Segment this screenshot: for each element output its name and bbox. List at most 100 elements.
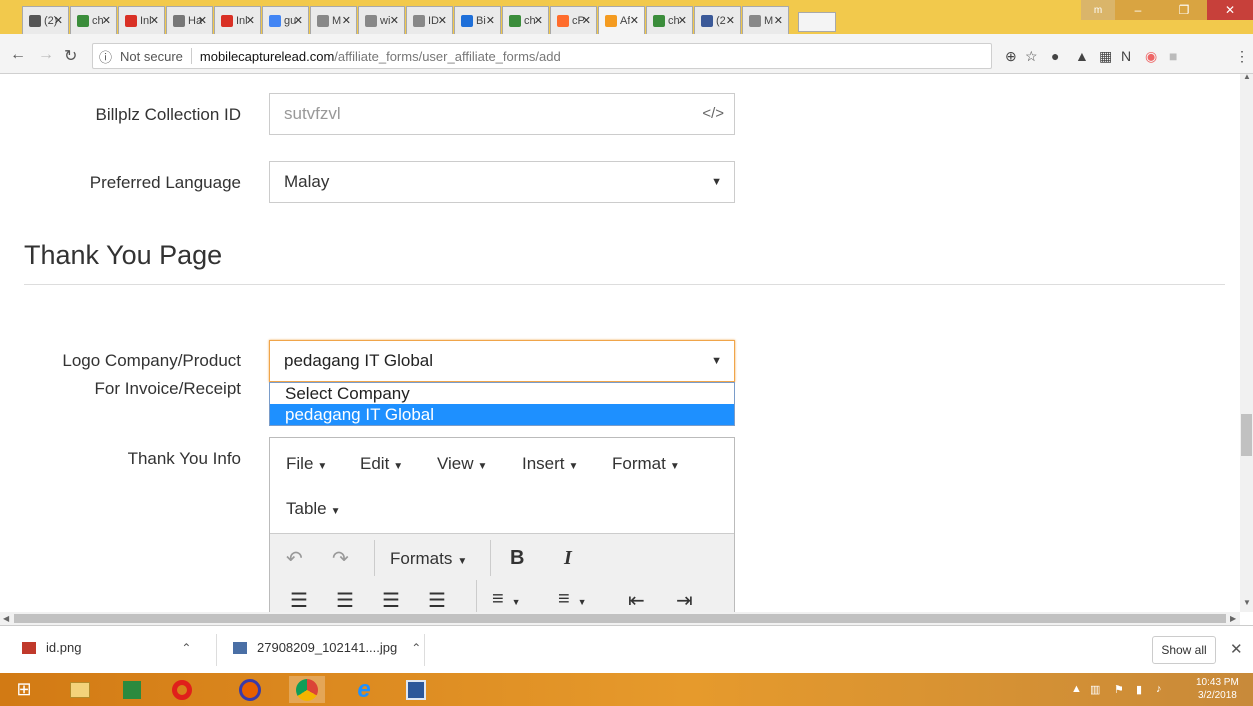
tab-close-icon[interactable]: ✕: [534, 14, 543, 27]
align-right-icon[interactable]: ☰: [382, 588, 400, 612]
justify-icon[interactable]: ☰: [428, 588, 446, 612]
extension-icon[interactable]: N: [1121, 48, 1131, 64]
store-icon[interactable]: [114, 676, 150, 703]
menu-file[interactable]: File ▼: [286, 454, 327, 474]
volume-icon[interactable]: ♪: [1156, 683, 1162, 695]
forward-icon[interactable]: →: [38, 46, 54, 64]
bookmark-star-icon[interactable]: ☆: [1025, 48, 1038, 65]
redo-icon[interactable]: ↷: [332, 546, 349, 571]
bullet-list-icon[interactable]: ≡ ▼: [492, 588, 521, 611]
tray-expand-icon[interactable]: ▲: [1071, 683, 1082, 695]
browser-tab[interactable]: wi ✕: [358, 6, 405, 34]
billplz-collection-id-field[interactable]: sutvfzvl </>: [269, 93, 735, 135]
menu-edit[interactable]: Edit ▼: [360, 454, 403, 474]
word-icon[interactable]: [398, 676, 434, 703]
menu-format[interactable]: Format ▼: [612, 454, 680, 474]
menu-icon[interactable]: ⋮: [1235, 48, 1249, 65]
internet-explorer-icon[interactable]: e: [346, 676, 382, 703]
browser-tab[interactable]: Inl ✕: [214, 6, 261, 34]
info-icon[interactable]: ⓘ: [99, 47, 112, 66]
formats-button[interactable]: Formats ▼: [390, 549, 467, 569]
opera-icon[interactable]: [164, 676, 200, 703]
extension-icon[interactable]: ▦: [1099, 48, 1112, 65]
tab-close-icon[interactable]: ✕: [150, 14, 159, 27]
flag-icon[interactable]: ⚑: [1114, 683, 1124, 696]
browser-tab[interactable]: ch ✕: [70, 6, 117, 34]
extension-icon[interactable]: ●: [1051, 48, 1059, 64]
extension-icon[interactable]: ◉: [1145, 48, 1157, 65]
file-explorer-icon[interactable]: [62, 676, 98, 703]
restore-button[interactable]: ❐: [1161, 0, 1207, 20]
dropdown-option[interactable]: Select Company: [270, 383, 734, 404]
align-left-icon[interactable]: ☰: [290, 588, 308, 612]
browser-tab[interactable]: ch ✕: [646, 6, 693, 34]
browser-tab[interactable]: Ha ✕: [166, 6, 213, 34]
network-icon[interactable]: ▥: [1090, 683, 1100, 696]
tab-close-icon[interactable]: ✕: [342, 14, 351, 27]
system-clock[interactable]: 10:43 PM 3/2/2018: [1196, 676, 1239, 702]
browser-tab[interactable]: gu ✕: [262, 6, 309, 34]
italic-button[interactable]: I: [564, 547, 572, 570]
numbered-list-icon[interactable]: ≡ ▼: [558, 588, 587, 611]
preferred-language-select[interactable]: Malay ▼: [269, 161, 735, 203]
minimize-button[interactable]: –: [1115, 0, 1161, 20]
align-center-icon[interactable]: ☰: [336, 588, 354, 612]
browser-tab[interactable]: ch ✕: [502, 6, 549, 34]
tab-close-icon[interactable]: ✕: [630, 14, 639, 27]
tab-close-icon[interactable]: ✕: [246, 14, 255, 27]
tab-close-icon[interactable]: ✕: [54, 14, 63, 27]
horizontal-scrollbar[interactable]: ◀ ▶: [0, 612, 1240, 625]
back-icon[interactable]: ←: [10, 46, 26, 64]
close-window-button[interactable]: ✕: [1207, 0, 1253, 20]
extension-icon[interactable]: ▲: [1075, 48, 1089, 64]
profile-button[interactable]: m: [1081, 0, 1115, 20]
scroll-down-icon[interactable]: ▼: [1243, 598, 1251, 607]
start-icon[interactable]: ⊞: [6, 676, 42, 703]
outdent-icon[interactable]: ⇤: [628, 588, 645, 612]
scroll-left-icon[interactable]: ◀: [3, 614, 9, 623]
scroll-up-icon[interactable]: ▲: [1243, 72, 1251, 81]
browser-tab[interactable]: (2 ✕: [694, 6, 741, 34]
tab-close-icon[interactable]: ✕: [726, 14, 735, 27]
tab-close-icon[interactable]: ✕: [390, 14, 399, 27]
tab-close-icon[interactable]: ✕: [294, 14, 303, 27]
browser-tab[interactable]: Bi ✕: [454, 6, 501, 34]
bold-button[interactable]: B: [510, 547, 524, 570]
indent-icon[interactable]: ⇥: [676, 588, 693, 612]
logo-company-select[interactable]: pedagang IT Global ▼: [269, 340, 735, 382]
tab-close-icon[interactable]: ✕: [678, 14, 687, 27]
firefox-icon[interactable]: [232, 676, 268, 703]
download-item[interactable]: 27908209_102141....jpg ⌃: [233, 640, 421, 655]
tab-close-icon[interactable]: ✕: [486, 14, 495, 27]
browser-tab[interactable]: Inl ✕: [118, 6, 165, 34]
close-icon[interactable]: ✕: [1230, 640, 1243, 658]
browser-tab[interactable]: Af ✕: [598, 6, 645, 34]
tab-close-icon[interactable]: ✕: [582, 14, 591, 27]
dropdown-option[interactable]: pedagang IT Global: [270, 404, 734, 425]
tab-close-icon[interactable]: ✕: [438, 14, 447, 27]
chevron-up-icon[interactable]: ⌃: [181, 641, 191, 655]
address-bar[interactable]: ⓘ Not secure mobilecapturelead.com /affi…: [92, 43, 992, 69]
tab-close-icon[interactable]: ✕: [198, 14, 207, 27]
download-item[interactable]: id.png ⌃: [22, 640, 191, 655]
menu-view[interactable]: View ▼: [437, 454, 487, 474]
vertical-scrollbar[interactable]: ▲ ▼: [1240, 72, 1253, 612]
chevron-up-icon[interactable]: ⌃: [411, 641, 421, 655]
browser-tab[interactable]: ID ✕: [406, 6, 453, 34]
browser-tab[interactable]: M ✕: [742, 6, 789, 34]
reload-icon[interactable]: ↻: [64, 46, 77, 66]
menu-table[interactable]: Table ▼: [286, 499, 341, 519]
extension-icon[interactable]: ■: [1169, 48, 1177, 64]
tab-close-icon[interactable]: ✕: [102, 14, 111, 27]
browser-tab[interactable]: (2) ✕: [22, 6, 69, 34]
scroll-right-icon[interactable]: ▶: [1230, 614, 1236, 623]
browser-tab[interactable]: M ✕: [310, 6, 357, 34]
new-tab-button[interactable]: [798, 12, 836, 32]
scroll-thumb[interactable]: [1241, 414, 1252, 456]
chrome-icon[interactable]: [289, 676, 325, 703]
zoom-icon[interactable]: ⊕: [1005, 48, 1017, 65]
scroll-thumb[interactable]: [14, 614, 1226, 623]
tab-close-icon[interactable]: ✕: [774, 14, 783, 27]
undo-icon[interactable]: ↶: [286, 546, 303, 571]
show-all-button[interactable]: Show all: [1152, 636, 1216, 664]
